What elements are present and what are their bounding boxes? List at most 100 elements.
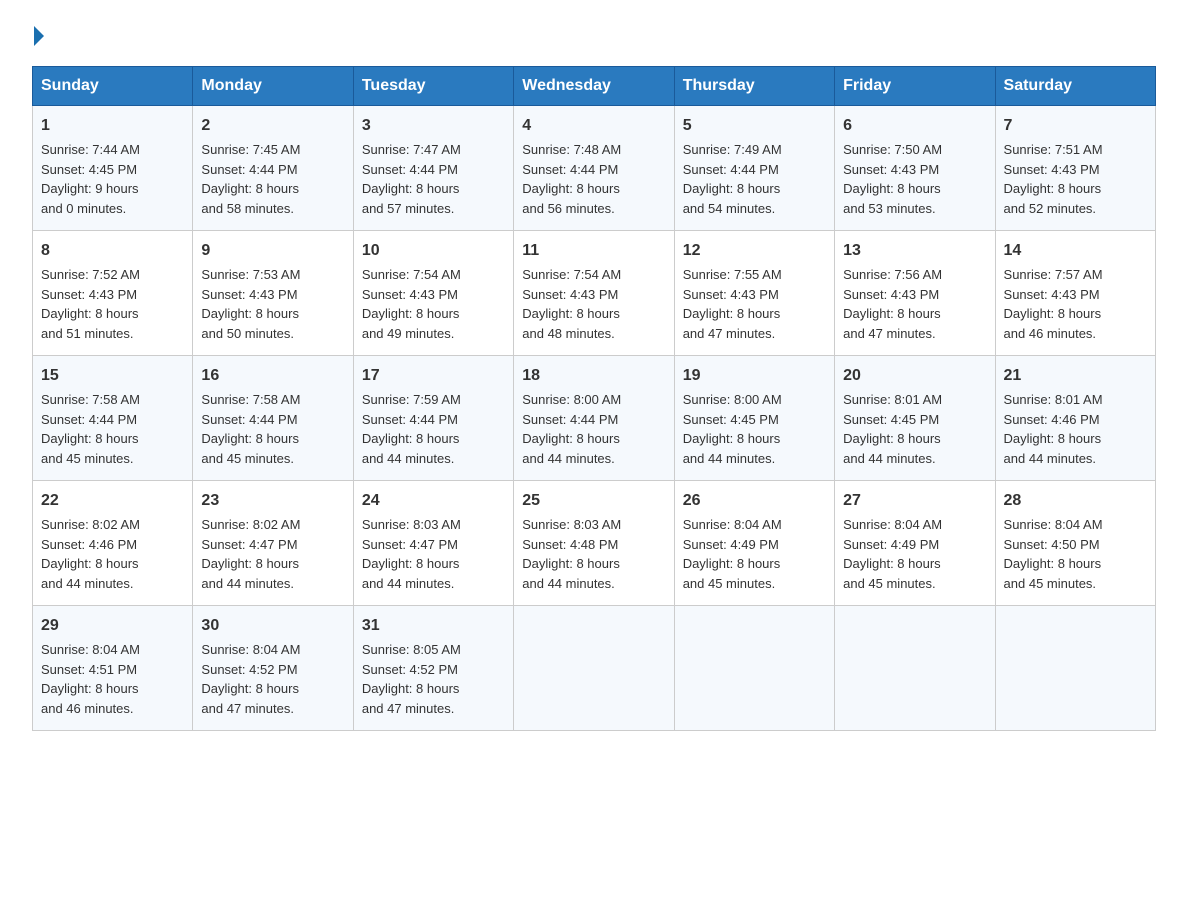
daylight-minutes-text: and 45 minutes. [683, 576, 776, 591]
day-number: 19 [683, 364, 826, 388]
calendar-cell [674, 606, 834, 731]
daylight-text: Daylight: 8 hours [201, 181, 299, 196]
sunrise-text: Sunrise: 7:51 AM [1004, 142, 1103, 157]
sunset-text: Sunset: 4:52 PM [362, 662, 458, 677]
daylight-minutes-text: and 51 minutes. [41, 326, 134, 341]
calendar-cell: 6 Sunrise: 7:50 AM Sunset: 4:43 PM Dayli… [835, 106, 995, 231]
sunrise-text: Sunrise: 7:47 AM [362, 142, 461, 157]
sunset-text: Sunset: 4:51 PM [41, 662, 137, 677]
day-number: 18 [522, 364, 665, 388]
daylight-text: Daylight: 8 hours [1004, 556, 1102, 571]
day-number: 14 [1004, 239, 1147, 263]
sunrise-text: Sunrise: 7:52 AM [41, 267, 140, 282]
sunrise-text: Sunrise: 7:44 AM [41, 142, 140, 157]
daylight-text: Daylight: 8 hours [201, 431, 299, 446]
daylight-text: Daylight: 8 hours [201, 556, 299, 571]
day-number: 7 [1004, 114, 1147, 138]
col-header-friday: Friday [835, 67, 995, 106]
daylight-minutes-text: and 47 minutes. [843, 326, 936, 341]
daylight-minutes-text: and 44 minutes. [843, 451, 936, 466]
calendar-cell: 19 Sunrise: 8:00 AM Sunset: 4:45 PM Dayl… [674, 356, 834, 481]
logo [32, 24, 44, 46]
sunrise-text: Sunrise: 8:01 AM [1004, 392, 1103, 407]
daylight-minutes-text: and 0 minutes. [41, 201, 126, 216]
daylight-text: Daylight: 8 hours [362, 431, 460, 446]
daylight-minutes-text: and 44 minutes. [522, 451, 615, 466]
sunrise-text: Sunrise: 7:58 AM [201, 392, 300, 407]
sunrise-text: Sunrise: 8:04 AM [683, 517, 782, 532]
day-number: 21 [1004, 364, 1147, 388]
day-number: 17 [362, 364, 505, 388]
sunset-text: Sunset: 4:47 PM [362, 537, 458, 552]
daylight-text: Daylight: 8 hours [843, 181, 941, 196]
day-number: 4 [522, 114, 665, 138]
day-number: 9 [201, 239, 344, 263]
daylight-text: Daylight: 8 hours [41, 431, 139, 446]
calendar-cell: 16 Sunrise: 7:58 AM Sunset: 4:44 PM Dayl… [193, 356, 353, 481]
sunset-text: Sunset: 4:44 PM [522, 162, 618, 177]
sunrise-text: Sunrise: 8:04 AM [41, 642, 140, 657]
calendar-cell: 11 Sunrise: 7:54 AM Sunset: 4:43 PM Dayl… [514, 231, 674, 356]
day-number: 12 [683, 239, 826, 263]
daylight-minutes-text: and 52 minutes. [1004, 201, 1097, 216]
daylight-text: Daylight: 8 hours [1004, 306, 1102, 321]
sunrise-text: Sunrise: 8:02 AM [41, 517, 140, 532]
sunrise-text: Sunrise: 8:03 AM [522, 517, 621, 532]
sunset-text: Sunset: 4:44 PM [201, 412, 297, 427]
daylight-text: Daylight: 8 hours [683, 181, 781, 196]
daylight-text: Daylight: 8 hours [522, 306, 620, 321]
daylight-minutes-text: and 47 minutes. [362, 701, 455, 716]
daylight-minutes-text: and 47 minutes. [683, 326, 776, 341]
sunset-text: Sunset: 4:45 PM [41, 162, 137, 177]
calendar-cell: 5 Sunrise: 7:49 AM Sunset: 4:44 PM Dayli… [674, 106, 834, 231]
calendar-cell [995, 606, 1155, 731]
sunset-text: Sunset: 4:46 PM [1004, 412, 1100, 427]
daylight-minutes-text: and 44 minutes. [522, 576, 615, 591]
col-header-monday: Monday [193, 67, 353, 106]
sunrise-text: Sunrise: 7:54 AM [362, 267, 461, 282]
calendar-cell: 28 Sunrise: 8:04 AM Sunset: 4:50 PM Dayl… [995, 481, 1155, 606]
sunset-text: Sunset: 4:44 PM [201, 162, 297, 177]
sunrise-text: Sunrise: 7:59 AM [362, 392, 461, 407]
sunset-text: Sunset: 4:45 PM [683, 412, 779, 427]
daylight-text: Daylight: 8 hours [843, 306, 941, 321]
day-number: 15 [41, 364, 184, 388]
sunset-text: Sunset: 4:43 PM [201, 287, 297, 302]
day-number: 13 [843, 239, 986, 263]
daylight-minutes-text: and 53 minutes. [843, 201, 936, 216]
sunset-text: Sunset: 4:52 PM [201, 662, 297, 677]
daylight-text: Daylight: 8 hours [522, 556, 620, 571]
sunrise-text: Sunrise: 7:50 AM [843, 142, 942, 157]
calendar-cell: 20 Sunrise: 8:01 AM Sunset: 4:45 PM Dayl… [835, 356, 995, 481]
col-header-wednesday: Wednesday [514, 67, 674, 106]
daylight-text: Daylight: 8 hours [683, 306, 781, 321]
calendar-cell: 31 Sunrise: 8:05 AM Sunset: 4:52 PM Dayl… [353, 606, 513, 731]
sunset-text: Sunset: 4:45 PM [843, 412, 939, 427]
daylight-text: Daylight: 8 hours [362, 181, 460, 196]
daylight-text: Daylight: 8 hours [41, 306, 139, 321]
header-row: SundayMondayTuesdayWednesdayThursdayFrid… [33, 67, 1156, 106]
daylight-minutes-text: and 46 minutes. [41, 701, 134, 716]
sunrise-text: Sunrise: 7:54 AM [522, 267, 621, 282]
daylight-minutes-text: and 45 minutes. [41, 451, 134, 466]
col-header-tuesday: Tuesday [353, 67, 513, 106]
calendar-cell: 7 Sunrise: 7:51 AM Sunset: 4:43 PM Dayli… [995, 106, 1155, 231]
daylight-text: Daylight: 8 hours [201, 681, 299, 696]
daylight-minutes-text: and 45 minutes. [201, 451, 294, 466]
day-number: 24 [362, 489, 505, 513]
day-number: 20 [843, 364, 986, 388]
day-number: 30 [201, 614, 344, 638]
sunrise-text: Sunrise: 7:53 AM [201, 267, 300, 282]
calendar-cell: 14 Sunrise: 7:57 AM Sunset: 4:43 PM Dayl… [995, 231, 1155, 356]
sunset-text: Sunset: 4:43 PM [522, 287, 618, 302]
calendar-cell: 18 Sunrise: 8:00 AM Sunset: 4:44 PM Dayl… [514, 356, 674, 481]
daylight-text: Daylight: 8 hours [522, 431, 620, 446]
sunset-text: Sunset: 4:44 PM [362, 412, 458, 427]
calendar-cell: 29 Sunrise: 8:04 AM Sunset: 4:51 PM Dayl… [33, 606, 193, 731]
calendar-cell: 17 Sunrise: 7:59 AM Sunset: 4:44 PM Dayl… [353, 356, 513, 481]
sunset-text: Sunset: 4:44 PM [683, 162, 779, 177]
col-header-sunday: Sunday [33, 67, 193, 106]
calendar-cell: 24 Sunrise: 8:03 AM Sunset: 4:47 PM Dayl… [353, 481, 513, 606]
daylight-minutes-text: and 44 minutes. [683, 451, 776, 466]
daylight-text: Daylight: 8 hours [41, 556, 139, 571]
